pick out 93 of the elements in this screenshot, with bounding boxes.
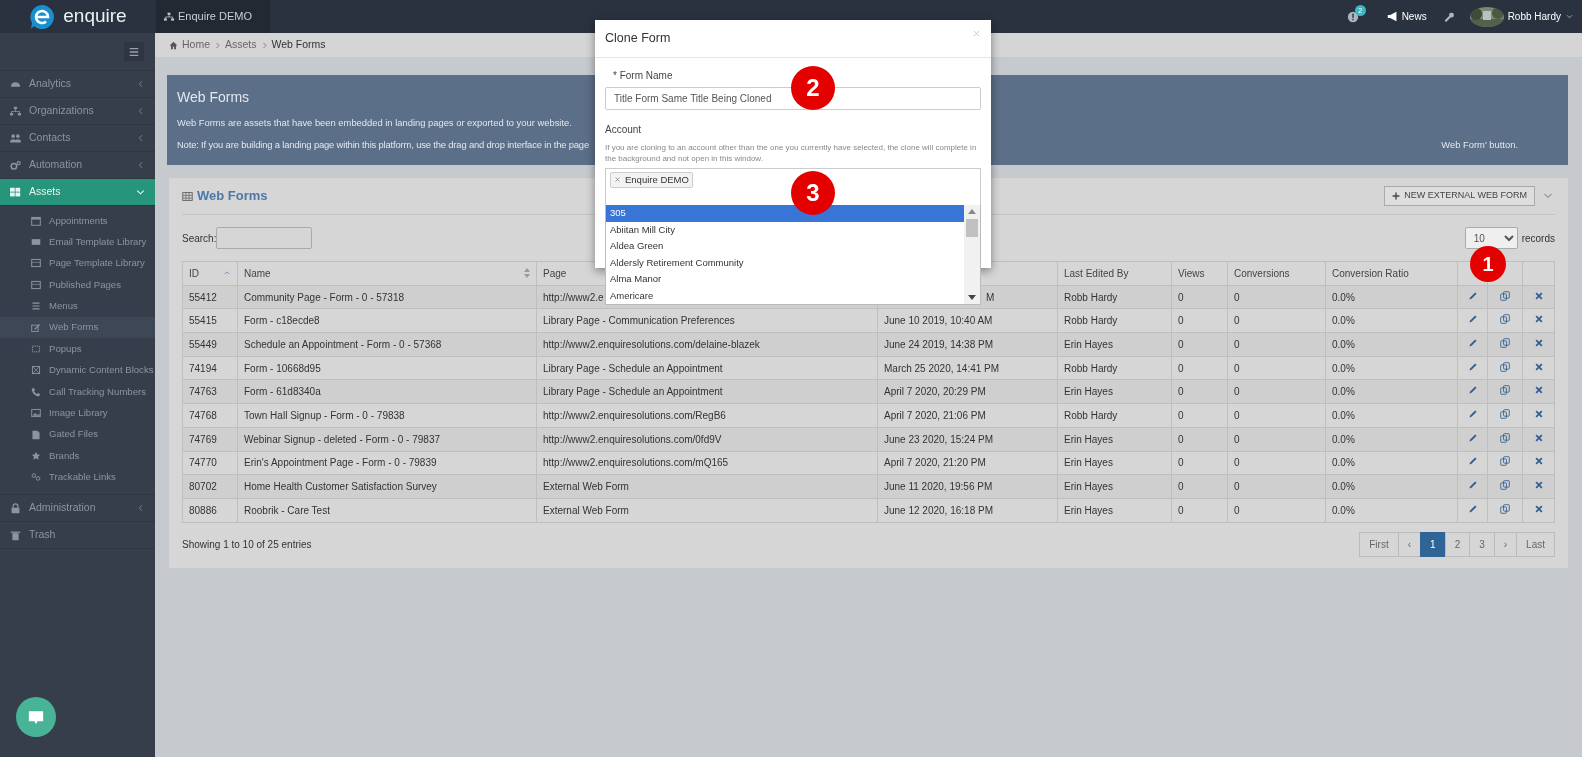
- search-label: Search:: [182, 231, 217, 246]
- field-label: Account: [605, 123, 643, 137]
- table-cell: Erin Hayes: [1064, 433, 1113, 445]
- table-cell: 0.0%: [1332, 409, 1355, 421]
- records-label: records: [1521, 231, 1555, 246]
- table-cell: 0: [1234, 291, 1240, 303]
- table-cell: 0.0%: [1332, 338, 1355, 350]
- table-cell: 0.0%: [1332, 481, 1355, 493]
- table-cell: April 7 2020, 20:29 PM: [884, 386, 986, 398]
- table-cell: April 7 2020, 21:20 PM: [884, 457, 986, 469]
- table-cell: Schedule an Appointment - Form - 0 - 57368: [244, 338, 442, 350]
- table-cell: 0: [1234, 481, 1240, 493]
- table-cell: 0.0%: [1332, 504, 1355, 516]
- table-cell: June 23 2020, 15:24 PM: [884, 433, 993, 445]
- table-cell: 0: [1178, 457, 1184, 469]
- table-cell: 80886: [189, 504, 217, 516]
- table-cell: June 12 2020, 16:18 PM: [884, 504, 993, 516]
- table-cell: Town Hall Signup - Form - 0 - 79838: [244, 409, 405, 421]
- table-cell: 0: [1234, 457, 1240, 469]
- table-cell: June 10 2019, 10:40 AM: [884, 315, 993, 327]
- table-cell: http://www2.enquiresolutions.com/mQ165: [543, 457, 729, 469]
- table-cell: 0: [1178, 409, 1184, 421]
- table-cell: 0: [1234, 409, 1240, 421]
- table-cell: Home Health Customer Satisfaction Survey: [244, 481, 437, 493]
- table-cell: June 11 2020, 19:56 PM: [884, 481, 993, 493]
- table-cell: http://www2.e: [543, 291, 604, 303]
- table-cell: March 25 2020, 14:41 PM: [884, 362, 1000, 374]
- table-cell: 0: [1178, 338, 1184, 350]
- table-cell: Robb Hardy: [1064, 362, 1118, 374]
- table-cell: Robb Hardy: [1064, 291, 1118, 303]
- table-cell: Community Page - Form - 0 - 57318: [244, 291, 405, 303]
- table-cell: Erin's Appointment Page - Form - 0 - 79839: [244, 457, 437, 469]
- table-cell: Library Page - Schedule an Appointment: [543, 386, 723, 398]
- table-cell: 0.0%: [1332, 291, 1355, 303]
- table-cell: 0.0%: [1332, 362, 1355, 374]
- table-cell: 0.0%: [1332, 433, 1355, 445]
- table-cell: 0: [1234, 315, 1240, 327]
- table-cell: Form - 61d8340a: [244, 386, 321, 398]
- table-cell: Form - 10668d95: [244, 362, 321, 374]
- description-text: Web Forms are assets that have been embedded in landing pages or exported to your website.: [177, 115, 572, 130]
- note-text: Web Form' button.: [1441, 137, 1518, 152]
- table-cell: 0: [1234, 433, 1240, 445]
- table-cell: 74770: [189, 457, 217, 469]
- table-cell: June 24 2019, 14:38 PM: [884, 338, 993, 350]
- table-cell: Roobrik - Care Test: [244, 504, 330, 516]
- table-cell: 55415: [189, 315, 217, 327]
- table-cell: M: [986, 291, 995, 303]
- table-cell: 0.0%: [1332, 457, 1355, 469]
- table-cell: 0.0%: [1332, 315, 1355, 327]
- card-title: Web Forms: [197, 187, 268, 206]
- logo-text: enquire: [63, 4, 127, 29]
- table-cell: Form - c18ecde8: [244, 315, 320, 327]
- table-cell: 80702: [189, 481, 217, 493]
- table-cell: 0: [1178, 433, 1184, 445]
- table-cell: http://www2.enquiresolutions.com/0fd9V: [543, 433, 722, 445]
- note-text: Note: If you are building a landing page within this platform, use the drag and drop interface in the page: [177, 137, 589, 152]
- table-cell: 55449: [189, 338, 217, 350]
- table-cell: 74769: [189, 433, 217, 445]
- table-cell: 0: [1178, 481, 1184, 493]
- table-cell: 0: [1178, 362, 1184, 374]
- table-cell: Erin Hayes: [1064, 338, 1113, 350]
- table-cell: External Web Form: [543, 481, 629, 493]
- table-cell: Erin Hayes: [1064, 481, 1113, 493]
- table-cell: 0: [1178, 504, 1184, 516]
- table-cell: Erin Hayes: [1064, 457, 1113, 469]
- table-cell: Robb Hardy: [1064, 315, 1118, 327]
- table-cell: 74763: [189, 386, 217, 398]
- table-cell: 0: [1234, 504, 1240, 516]
- table-cell: Erin Hayes: [1064, 386, 1113, 398]
- entries-info: Showing 1 to 10 of 25 entries: [182, 537, 312, 552]
- table-cell: Webinar Signup - deleted - Form - 0 - 79837: [244, 433, 441, 445]
- table-cell: http://www2.enquiresolutions.com/RegB6: [543, 409, 726, 421]
- table-cell: April 7 2020, 21:06 PM: [884, 409, 986, 421]
- table-cell: 0: [1234, 362, 1240, 374]
- table-cell: Robb Hardy: [1064, 409, 1118, 421]
- table-cell: 0.0%: [1332, 386, 1355, 398]
- table-cell: 55412: [189, 291, 217, 303]
- table-cell: 0: [1234, 386, 1240, 398]
- help-text: If you are cloning to an account other than the one you currently have selected, the clone will complete in the background and not open in this window.: [605, 143, 978, 165]
- dialog-title: Clone Form: [605, 30, 671, 48]
- table-cell: 0: [1234, 338, 1240, 350]
- panel-title: Web Forms: [177, 89, 250, 106]
- table-cell: 74768: [189, 409, 217, 421]
- table-cell: http://www2.enquiresolutions.com/delaine-blazek: [543, 338, 760, 350]
- table-cell: 0: [1178, 315, 1184, 327]
- table-cell: 74194: [189, 362, 217, 374]
- table-cell: 0: [1178, 386, 1184, 398]
- table-cell: Library Page - Schedule an Appointment: [543, 362, 723, 374]
- table-cell: Library Page - Communication Preferences: [543, 315, 735, 327]
- field-label: * Form Name: [612, 69, 674, 83]
- table-cell: External Web Form: [543, 504, 629, 516]
- table-cell: 0: [1178, 291, 1184, 303]
- table-cell: Erin Hayes: [1064, 504, 1113, 516]
